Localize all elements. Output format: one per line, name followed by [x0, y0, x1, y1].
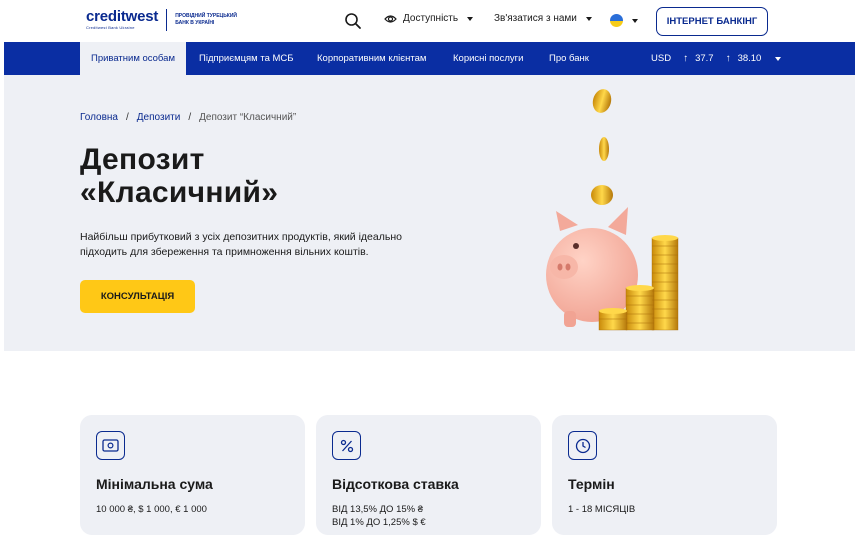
card-value: ВІД 13,5% ДО 15% ₴ ВІД 1% ДО 1,25% $ € — [332, 503, 426, 529]
accessibility-label: Доступність — [403, 13, 459, 24]
nav-item-private[interactable]: Приватним особам — [80, 42, 186, 75]
nav-item-about[interactable]: Про банк — [549, 42, 589, 75]
chevron-down-icon — [632, 18, 638, 23]
logo-wordmark: creditwest — [86, 8, 159, 25]
bank-logo[interactable]: creditwest Creditwest Bank Ukraine ПРОВІ… — [86, 9, 247, 31]
search-icon[interactable] — [344, 12, 362, 30]
card-title: Відсоткова ставка — [332, 476, 459, 492]
contact-label: Зв'язатися з нами — [494, 13, 577, 24]
piggy-bank-illustration — [546, 89, 679, 331]
card-value: 1 - 18 МІСЯЦІВ — [568, 504, 636, 515]
chevron-down-icon — [775, 56, 782, 61]
exchange-rates[interactable]: USD ↑ 37.7 ↑ 38.10 — [651, 42, 782, 75]
info-card-term: Термін 1 - 18 МІСЯЦІВ — [552, 415, 777, 535]
logo-tagline: ПРОВІДНИЙ ТУРЕЦЬКИЙ БАНК В УКРАЇНІ — [175, 13, 238, 26]
arrow-up-icon: ↑ — [683, 53, 689, 64]
eye-icon — [384, 14, 397, 23]
currency-code: USD — [651, 53, 672, 64]
logo-divider — [166, 9, 168, 31]
breadcrumb-home[interactable]: Головна — [80, 112, 118, 123]
money-icon — [96, 431, 125, 460]
breadcrumb-deposits[interactable]: Депозити — [137, 112, 181, 123]
page-title-line2: «Класичний» — [80, 176, 279, 209]
card-value-line2: ВІД 1% ДО 1,25% $ € — [332, 517, 426, 528]
page-title-line1: Депозит — [80, 143, 205, 176]
card-title: Термін — [568, 476, 615, 492]
card-title: Мінімальна сума — [96, 476, 213, 492]
top-bar: creditwest Creditwest Bank Ukraine ПРОВІ… — [0, 0, 858, 42]
main-nav: Приватним особам Підприємцям та МСБ Корп… — [4, 42, 855, 75]
page-title: Депозит «Класичний» — [80, 143, 278, 209]
nav-item-services[interactable]: Корисні послуги — [453, 42, 523, 75]
breadcrumb-separator: / — [126, 112, 129, 123]
hero-description: Найбільш прибутковий з усіх депозитних п… — [80, 231, 402, 258]
language-selector[interactable] — [610, 14, 638, 27]
buy-rate: 37.7 — [695, 53, 714, 64]
info-card-interest-rate: Відсоткова ставка ВІД 13,5% ДО 15% ₴ ВІД… — [316, 415, 541, 535]
internet-banking-button[interactable]: ІНТЕРНЕТ БАНКІНГ — [656, 7, 768, 36]
ukraine-flag-icon — [610, 14, 623, 27]
contact-menu[interactable]: Зв'язатися з нами — [494, 13, 592, 24]
card-value-line1: ВІД 13,5% ДО 15% ₴ — [332, 504, 424, 515]
hero-section: Головна / Депозити / Депозит “Класичний”… — [4, 75, 855, 351]
consultation-button[interactable]: КОНСУЛЬТАЦІЯ — [80, 280, 195, 313]
card-value: 10 000 ₴, $ 1 000, € 1 000 — [96, 504, 207, 515]
chevron-down-icon — [585, 16, 592, 21]
chevron-down-icon — [467, 16, 474, 21]
sell-rate: 38.10 — [737, 53, 762, 64]
info-card-min-amount: Мінімальна сума 10 000 ₴, $ 1 000, € 1 0… — [80, 415, 305, 535]
arrow-up-icon: ↑ — [725, 53, 731, 64]
clock-icon — [568, 431, 597, 460]
nav-item-corporate[interactable]: Корпоративним клієнтам — [317, 42, 426, 75]
accessibility-menu[interactable]: Доступність — [384, 13, 474, 24]
breadcrumb-current: Депозит “Класичний” — [199, 112, 297, 123]
breadcrumb-separator: / — [188, 112, 192, 123]
percent-icon — [332, 431, 361, 460]
nav-item-sme[interactable]: Підприємцям та МСБ — [199, 42, 294, 75]
logo-subtitle: Creditwest Bank Ukraine — [86, 25, 135, 30]
breadcrumb: Головна / Депозити / Депозит “Класичний” — [80, 112, 296, 123]
